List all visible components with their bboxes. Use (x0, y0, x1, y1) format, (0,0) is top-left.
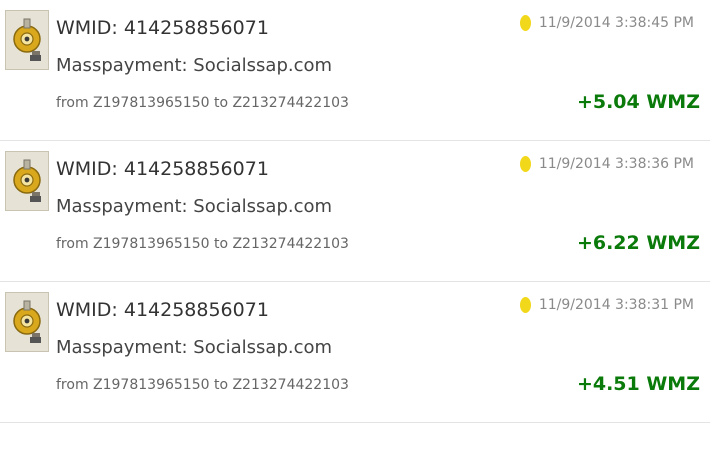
yellow-status-dot-icon (519, 297, 531, 313)
wmid-label: WMID: 414258856071 (56, 17, 269, 39)
webmoney-key-avatar-icon[interactable] (5, 10, 49, 70)
timestamp-text: 11/9/2014 3:38:36 PM (538, 156, 694, 172)
yellow-status-dot-icon (519, 156, 531, 172)
webmoney-key-avatar-icon[interactable] (5, 151, 49, 211)
wmid-label: WMID: 414258856071 (56, 299, 269, 321)
purse-route: from Z197813965150 to Z213274422103 (56, 236, 349, 252)
wmid-label: WMID: 414258856071 (56, 158, 269, 180)
timestamp-text: 11/9/2014 3:38:45 PM (538, 15, 694, 31)
purse-route: from Z197813965150 to Z213274422103 (56, 95, 349, 111)
payment-purpose: Masspayment: Socialssap.com (56, 196, 333, 217)
amount-value: +6.22 WMZ (576, 232, 700, 254)
purse-route: from Z197813965150 to Z213274422103 (56, 377, 349, 393)
payment-purpose: Masspayment: Socialssap.com (56, 337, 333, 358)
transaction-item[interactable]: WMID: 414258856071 Masspayment: Socialss… (0, 0, 710, 141)
payment-purpose: Masspayment: Socialssap.com (56, 55, 333, 76)
transaction-timestamp: 11/9/2014 3:38:45 PM (519, 15, 694, 31)
timestamp-text: 11/9/2014 3:38:31 PM (538, 297, 694, 313)
transaction-list: WMID: 414258856071 Masspayment: Socialss… (0, 0, 710, 423)
transaction-timestamp: 11/9/2014 3:38:31 PM (519, 297, 694, 313)
yellow-status-dot-icon (519, 15, 531, 31)
transaction-item[interactable]: WMID: 414258856071 Masspayment: Socialss… (0, 282, 710, 423)
transaction-timestamp: 11/9/2014 3:38:36 PM (519, 156, 694, 172)
webmoney-key-avatar-icon[interactable] (5, 292, 49, 352)
amount-value: +5.04 WMZ (576, 91, 700, 113)
amount-value: +4.51 WMZ (576, 373, 700, 395)
transaction-item[interactable]: WMID: 414258856071 Masspayment: Socialss… (0, 141, 710, 282)
